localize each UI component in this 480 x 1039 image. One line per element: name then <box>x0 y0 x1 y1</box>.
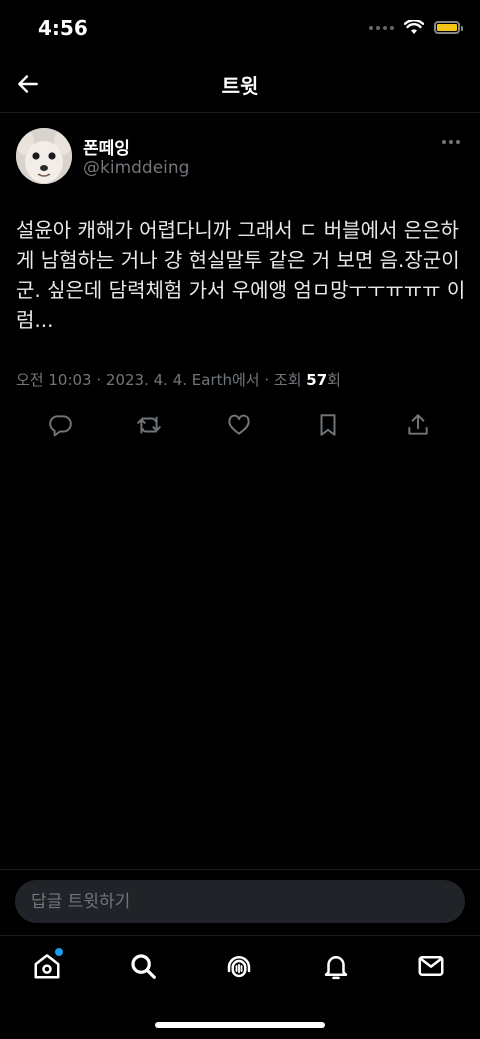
reply-input[interactable] <box>15 880 465 923</box>
messages-icon <box>418 956 444 976</box>
tab-home[interactable] <box>27 946 67 986</box>
reply-bar <box>0 869 480 934</box>
nav-header: 트윗 <box>0 60 480 110</box>
tweet-timestamp: 오전 10:03 · 2023. 4. 4. Earth에서 · 조회 <box>16 371 307 389</box>
search-icon <box>131 954 156 979</box>
reply-icon <box>49 415 72 437</box>
avatar[interactable] <box>16 128 72 184</box>
back-button[interactable] <box>12 68 44 100</box>
page-title: 트윗 <box>221 74 259 98</box>
like-icon <box>228 414 250 435</box>
avatar-image <box>16 128 72 184</box>
more-icon[interactable] <box>438 136 464 148</box>
share-icon <box>408 414 428 435</box>
battery-icon <box>434 21 463 34</box>
tweet-author: 폰떼잉 @kimddeing <box>16 126 464 190</box>
status-bar: 4:56 <box>0 0 480 60</box>
back-arrow-icon <box>18 75 38 93</box>
retweet-button[interactable] <box>132 408 166 442</box>
status-indicators <box>369 20 463 35</box>
author-handle[interactable]: @kimddeing <box>83 158 189 178</box>
notifications-icon <box>324 956 348 980</box>
retweet-icon <box>137 416 161 434</box>
tab-notifications[interactable] <box>316 946 356 986</box>
tweet-actions <box>0 408 480 442</box>
share-button[interactable] <box>401 408 435 442</box>
bookmark-button[interactable] <box>311 408 345 442</box>
view-count[interactable]: 57 <box>306 371 327 389</box>
header-divider <box>0 112 480 113</box>
home-indicator <box>155 1022 325 1028</box>
notification-dot <box>55 948 63 956</box>
bookmark-icon <box>320 414 336 436</box>
tweet-text: 설윤아 캐해가 어렵다니까 그래서 ㄷ 버블에서 은은하게 남혐하는 거나 걍 … <box>16 218 466 332</box>
author-name[interactable]: 폰떼잉 <box>83 134 130 159</box>
tab-bar <box>0 935 480 996</box>
tab-spaces[interactable] <box>219 946 259 986</box>
wifi-icon <box>404 20 424 34</box>
signal-icon <box>369 25 394 30</box>
tab-search[interactable] <box>123 946 163 986</box>
view-count-suffix: 회 <box>327 371 341 389</box>
tweet-meta: 오전 10:03 · 2023. 4. 4. Earth에서 · 조회 57회 <box>16 369 341 390</box>
like-button[interactable] <box>222 408 256 442</box>
status-time: 4:56 <box>38 16 88 40</box>
reply-button[interactable] <box>43 408 77 442</box>
spaces-icon <box>227 956 251 978</box>
tab-messages[interactable] <box>411 946 451 986</box>
